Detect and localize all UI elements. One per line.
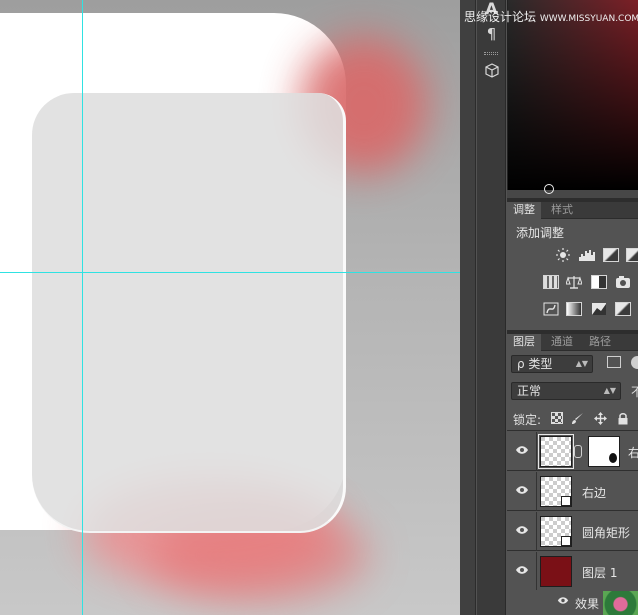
watermark-url: WWW.MISSYUAN.COM xyxy=(539,14,638,24)
select-arrows-icon: ▲▼ xyxy=(575,359,588,368)
eye-icon[interactable] xyxy=(515,524,529,538)
adjustments-panel: 调整 样式 添加调整 xyxy=(507,202,638,330)
color-picker-panel xyxy=(507,0,638,198)
grip-icon[interactable] xyxy=(484,52,498,55)
photo-filter-icon[interactable] xyxy=(615,275,631,289)
column-divider xyxy=(536,432,537,471)
lock-transparency-icon[interactable] xyxy=(551,412,563,424)
eye-icon[interactable] xyxy=(557,595,569,608)
3d-panel-icon[interactable] xyxy=(482,63,501,81)
add-adjustment-label: 添加调整 xyxy=(516,226,565,240)
eye-icon[interactable] xyxy=(515,484,529,498)
document-canvas[interactable] xyxy=(0,0,460,615)
black-white-icon[interactable] xyxy=(591,275,607,289)
link-chain-icon[interactable] xyxy=(574,445,582,458)
layers-panel: 图层 通道 路径 ρ 类型 ▲▼ 正常 ▲▼ 不 锁定: 右 右边 圆角矩形 图… xyxy=(507,334,638,615)
tab-paths[interactable]: 路径 xyxy=(583,334,617,351)
adjustment-icons-row-3 xyxy=(507,302,638,322)
layer-effects-row[interactable]: 效果 xyxy=(507,590,638,615)
layers-tabbar: 图层 通道 路径 xyxy=(507,334,638,351)
lock-brush-icon[interactable] xyxy=(571,412,583,424)
layer-filter-select[interactable]: ρ 类型 ▲▼ xyxy=(511,355,593,373)
vertical-guide[interactable] xyxy=(82,0,83,615)
adjustments-tabbar: 调整 样式 xyxy=(507,202,638,219)
horizontal-guide[interactable] xyxy=(0,272,460,273)
column-divider xyxy=(536,472,537,511)
layer-row[interactable]: 右边 xyxy=(507,472,638,511)
column-divider xyxy=(536,552,537,591)
layer-thumbnail[interactable] xyxy=(540,476,572,507)
levels-icon[interactable] xyxy=(578,248,595,262)
effects-label: 效果 xyxy=(575,597,600,611)
curves-icon[interactable] xyxy=(603,248,619,262)
eye-icon[interactable] xyxy=(515,564,529,578)
layer-name[interactable]: 图层 1 xyxy=(582,564,617,581)
eye-icon[interactable] xyxy=(515,444,529,458)
lock-all-icon[interactable] xyxy=(617,412,629,425)
watermark-text: 思缘设计论坛 xyxy=(464,10,537,24)
layer-thumbnail[interactable] xyxy=(540,516,572,547)
lock-label: 锁定: xyxy=(513,413,542,427)
filter-pixel-icon[interactable] xyxy=(607,356,621,368)
vibrance-icon[interactable] xyxy=(543,275,559,289)
layer-row[interactable]: 图层 1 xyxy=(507,552,638,591)
posterize-icon[interactable] xyxy=(566,302,582,316)
layer-filter-value: ρ 类型 xyxy=(517,357,553,371)
blend-mode-value: 正常 xyxy=(517,384,542,398)
layer-mask-thumbnail[interactable] xyxy=(588,436,620,467)
column-divider xyxy=(536,512,537,551)
color-saturation-field[interactable] xyxy=(507,0,638,190)
threshold-icon[interactable] xyxy=(591,302,607,316)
blend-mode-select[interactable]: 正常 ▲▼ xyxy=(511,382,621,400)
opacity-label: 不 xyxy=(631,385,638,399)
tab-adjustments[interactable]: 调整 xyxy=(507,202,541,219)
color-picker-marker[interactable] xyxy=(544,184,554,194)
adjustment-icons-row-1 xyxy=(507,248,638,268)
brightness-icon[interactable] xyxy=(555,248,571,262)
select-arrows-icon: ▲▼ xyxy=(603,386,616,395)
adjustment-icons-row-2 xyxy=(507,275,638,295)
lock-move-icon[interactable] xyxy=(594,412,607,425)
layer-row[interactable]: 圆角矩形 xyxy=(507,512,638,551)
front-frosted-card xyxy=(32,93,346,533)
shape-layer-icon xyxy=(561,496,571,506)
filter-adjustment-icon[interactable] xyxy=(631,356,638,369)
layer-name[interactable]: 圆角矩形 xyxy=(582,524,630,541)
watermark: 思缘设计论坛 WWW.MISSYUAN.COM xyxy=(464,8,638,25)
shape-layer-icon xyxy=(561,536,571,546)
collapsed-panel-strip: A ¶ xyxy=(477,0,506,615)
paragraph-panel-icon[interactable]: ¶ xyxy=(482,25,501,43)
gradient-map-icon[interactable] xyxy=(615,302,631,316)
layer-name[interactable]: 右 xyxy=(628,444,638,461)
tab-layers[interactable]: 图层 xyxy=(507,334,541,351)
layer-name[interactable]: 右边 xyxy=(582,484,606,501)
flower-image-thumbnail xyxy=(603,591,638,615)
lock-row: 锁定: xyxy=(507,407,638,431)
layer-thumbnail[interactable] xyxy=(540,556,572,587)
invert-icon[interactable] xyxy=(543,302,559,316)
layer-thumbnail[interactable] xyxy=(538,434,574,469)
panel-dock-edge[interactable] xyxy=(460,0,476,615)
tab-styles[interactable]: 样式 xyxy=(545,202,579,219)
tab-channels[interactable]: 通道 xyxy=(545,334,579,351)
exposure-icon[interactable] xyxy=(626,248,638,262)
color-balance-icon[interactable] xyxy=(565,275,583,289)
layer-row[interactable]: 右 xyxy=(507,432,638,471)
